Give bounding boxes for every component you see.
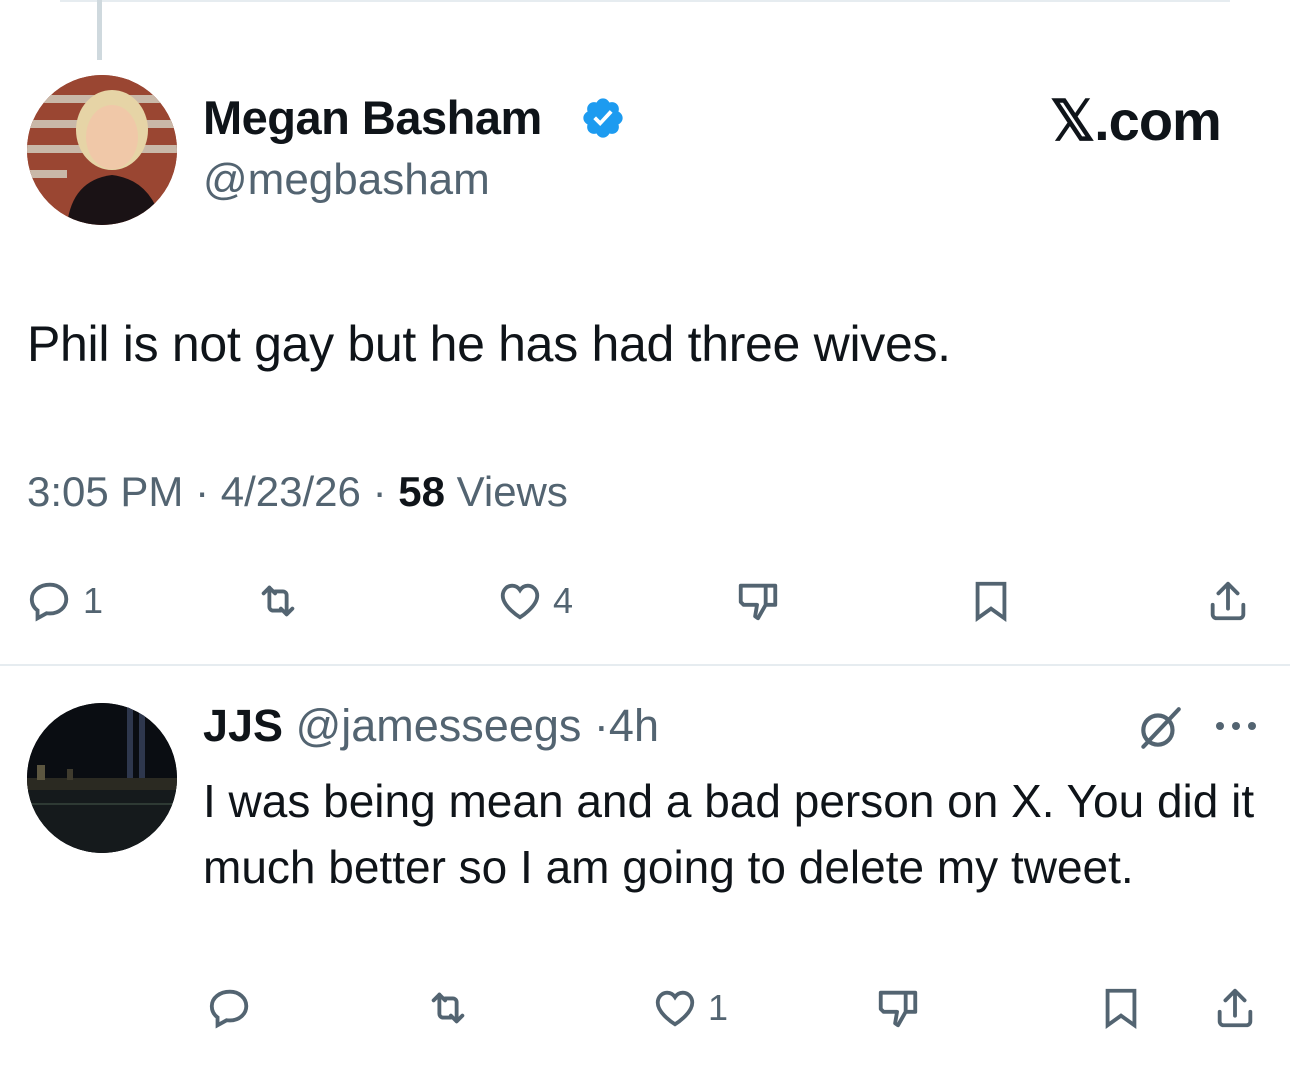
like-count: 4 (553, 580, 574, 621)
grok-icon[interactable] (1135, 703, 1185, 753)
meta-separator: · (372, 468, 399, 515)
meta-separator: · (593, 700, 609, 751)
meta-separator: · (195, 468, 221, 515)
thumbs-down-icon (878, 990, 918, 1028)
dislike-button[interactable] (735, 578, 781, 624)
reply-text: I was being mean and a bad person on X. … (203, 775, 1255, 893)
retweet-icon (431, 992, 465, 1024)
reply-bookmark-button[interactable] (1098, 985, 1144, 1031)
like-button[interactable]: 4 (497, 578, 573, 624)
reply-icon (209, 989, 249, 1029)
reply-icon (29, 582, 69, 622)
tweet-time[interactable]: 3:05 PM (27, 468, 183, 515)
author-handle[interactable]: @megbasham (203, 155, 490, 205)
tweet-text: Phil is not gay but he has had three wiv… (27, 316, 951, 372)
reply-like-count: 1 (708, 987, 729, 1028)
avatar-jjs[interactable] (27, 703, 177, 853)
reply-count: 1 (83, 580, 104, 621)
xcom-brand: 𝕏.com (1050, 89, 1222, 152)
avatar-megan-basham[interactable] (27, 75, 177, 225)
reply-dislike-button[interactable] (875, 985, 921, 1031)
top-border (60, 0, 1230, 2)
reply-header: JJS @jamesseegs ·4h (203, 700, 659, 752)
bookmark-button[interactable] (968, 578, 1014, 624)
tweet-divider (0, 664, 1290, 666)
author-name[interactable]: Megan Basham (203, 90, 542, 145)
avatar-photo (27, 75, 177, 225)
reply-reply-button[interactable] (207, 985, 263, 1031)
verified-badge-icon[interactable] (580, 95, 626, 141)
reply-share-button[interactable] (1212, 985, 1258, 1031)
reply-like-button[interactable]: 1 (652, 985, 728, 1031)
share-icon (1210, 581, 1246, 621)
reply-age[interactable]: 4h (609, 700, 659, 751)
heart-icon (655, 990, 695, 1027)
share-icon (1217, 988, 1253, 1028)
retweet-button[interactable] (255, 578, 301, 624)
bookmark-icon (975, 581, 1007, 622)
retweet-icon (261, 585, 295, 617)
bookmark-icon (1105, 988, 1137, 1029)
heart-icon (500, 583, 540, 620)
reply-author-name[interactable]: JJS (203, 700, 283, 751)
views-label: Views (456, 468, 568, 515)
reply-button[interactable]: 1 (27, 578, 103, 624)
avatar-photo (27, 703, 177, 853)
thumbs-down-icon (738, 583, 778, 621)
reply-retweet-button[interactable] (425, 985, 471, 1031)
reply-author-handle[interactable]: @jamesseegs (296, 700, 582, 751)
thread-connector-line (97, 0, 102, 60)
views-count: 58 (398, 468, 445, 515)
share-button[interactable] (1205, 578, 1251, 624)
more-options-icon[interactable] (1212, 718, 1260, 734)
tweet-date[interactable]: 4/23/26 (221, 468, 361, 515)
tweet-meta: 3:05 PM · 4/23/26 · 58 Views (27, 468, 568, 516)
